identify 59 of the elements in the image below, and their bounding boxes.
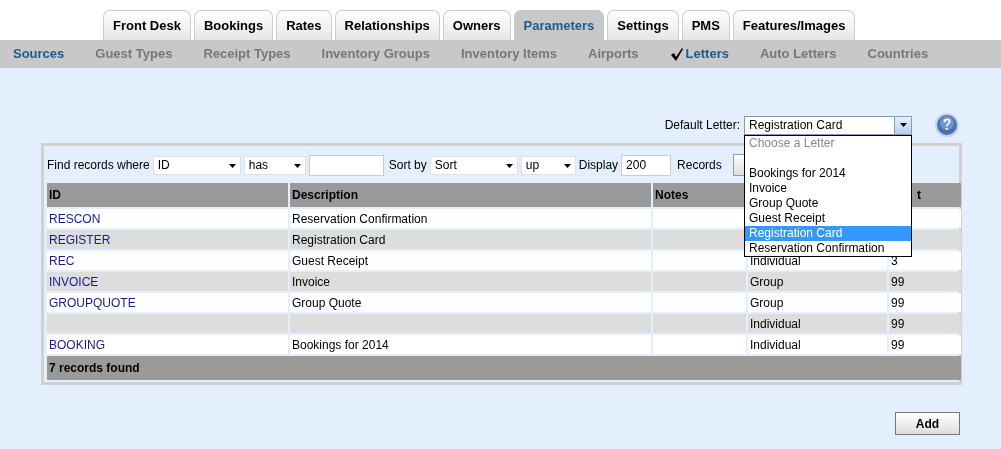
display-label: Display bbox=[578, 157, 619, 174]
add-button[interactable]: Add bbox=[895, 412, 960, 435]
nav-tab[interactable]: Rates bbox=[276, 10, 332, 40]
filter-label: Find records where bbox=[47, 157, 150, 174]
table-cell: Group bbox=[750, 274, 784, 289]
section-link[interactable]: Sources bbox=[13, 44, 65, 64]
table-cell: 99 bbox=[891, 274, 905, 289]
dropdown-arrow-icon bbox=[563, 163, 571, 168]
table-cell: Guest Receipt bbox=[292, 253, 369, 268]
table-cell: 99 bbox=[891, 295, 905, 310]
nav-tab[interactable]: Bookings bbox=[193, 10, 274, 40]
nav-tab[interactable]: PMS bbox=[681, 10, 730, 40]
table-cell: Group bbox=[750, 295, 784, 310]
dropdown-arrow-icon bbox=[505, 163, 513, 168]
help-icon[interactable] bbox=[935, 113, 959, 137]
operator-select[interactable]: has bbox=[243, 155, 306, 175]
column-header: t bbox=[917, 188, 921, 202]
dropdown-option[interactable]: Reservation Confirmation bbox=[745, 240, 911, 256]
column-header: Notes bbox=[655, 188, 689, 202]
table-cell: 99 bbox=[891, 316, 905, 331]
table-cell: Bookings for 2014 bbox=[292, 337, 389, 352]
record-link[interactable]: INVOICE bbox=[49, 274, 99, 289]
table-cell: 99 bbox=[891, 337, 905, 352]
table-cell: Registration Card bbox=[292, 232, 386, 247]
record-link[interactable]: REC bbox=[49, 253, 75, 268]
dropdown-option[interactable]: Invoice bbox=[745, 180, 911, 196]
dropdown-option[interactable]: Group Quote bbox=[745, 195, 911, 211]
dropdown-arrow-icon bbox=[293, 163, 301, 168]
field-label: Default Letter: bbox=[664, 117, 740, 134]
sort-select[interactable]: Sort bbox=[429, 155, 518, 175]
record-link[interactable]: BOOKING bbox=[49, 337, 105, 352]
table-cell: Group Quote bbox=[292, 295, 362, 310]
field-select[interactable]: ID bbox=[152, 155, 241, 175]
column-header: ID bbox=[49, 188, 61, 202]
column-header: Description bbox=[292, 188, 358, 202]
table-cell: Individual bbox=[750, 316, 801, 331]
subnav-tab[interactable]: Letters bbox=[669, 44, 729, 64]
nav-tab[interactable]: Settings bbox=[607, 10, 679, 40]
table-cell: Individual bbox=[750, 337, 801, 352]
record-link[interactable]: RESCON bbox=[49, 211, 101, 226]
nav-tab[interactable]: Owners bbox=[442, 10, 511, 40]
nav-tab[interactable]: Front Desk bbox=[103, 10, 191, 40]
dropdown-option[interactable]: Guest Receipt bbox=[745, 210, 911, 226]
checkmark-icon bbox=[669, 47, 684, 61]
nav-tab[interactable]: Relationships bbox=[334, 10, 440, 40]
records-label: Records bbox=[677, 157, 722, 174]
display-field[interactable]: 200 bbox=[621, 154, 672, 176]
nav-tab[interactable]: Parameters bbox=[513, 10, 605, 40]
record-count: 7 records found bbox=[49, 361, 140, 375]
search-field[interactable] bbox=[308, 154, 384, 176]
table-cell: Invoice bbox=[292, 274, 331, 289]
table-cell: Reservation Confirmation bbox=[292, 211, 428, 226]
dropdown-option[interactable]: Choose a Letter bbox=[745, 135, 911, 151]
sort-label: Sort by bbox=[388, 157, 427, 174]
dropdown-arrow-icon bbox=[228, 163, 236, 168]
direction-select[interactable]: up bbox=[520, 155, 576, 175]
nav-tab[interactable]: Features/Images bbox=[732, 10, 856, 40]
dropdown-option[interactable]: Bookings for 2014 bbox=[745, 165, 911, 181]
table-cell: Individual bbox=[750, 253, 801, 268]
